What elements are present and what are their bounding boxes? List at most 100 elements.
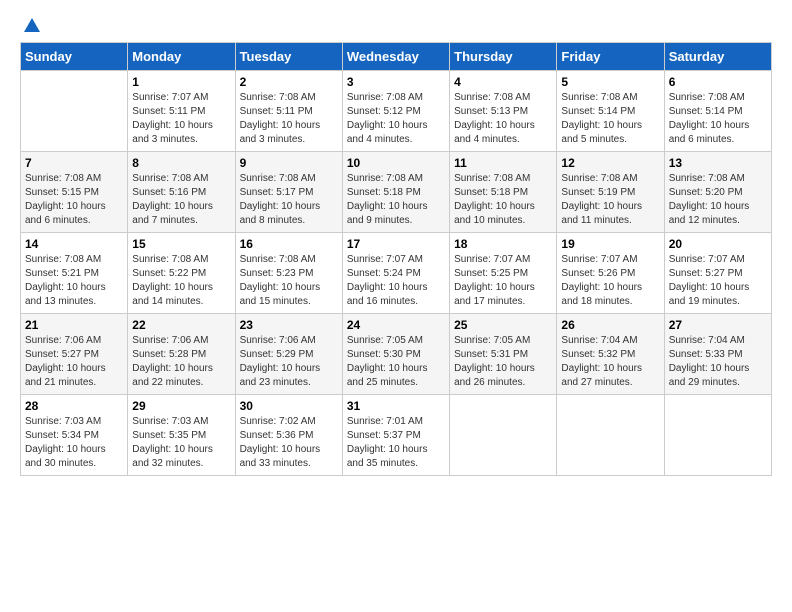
day-info: Sunrise: 7:06 AMSunset: 5:28 PMDaylight:… bbox=[132, 334, 230, 390]
day-header-saturday: Saturday bbox=[664, 43, 771, 71]
calendar-cell bbox=[557, 395, 664, 476]
day-info: Sunrise: 7:08 AMSunset: 5:19 PMDaylight:… bbox=[561, 172, 659, 228]
day-number: 13 bbox=[669, 156, 767, 170]
day-number: 23 bbox=[240, 318, 338, 332]
calendar-cell: 25 Sunrise: 7:05 AMSunset: 5:31 PMDayligh… bbox=[450, 314, 557, 395]
calendar-cell bbox=[664, 395, 771, 476]
day-info: Sunrise: 7:08 AMSunset: 5:20 PMDaylight:… bbox=[669, 172, 767, 228]
day-info: Sunrise: 7:08 AMSunset: 5:11 PMDaylight:… bbox=[240, 91, 338, 147]
day-number: 8 bbox=[132, 156, 230, 170]
day-info: Sunrise: 7:08 AMSunset: 5:13 PMDaylight:… bbox=[454, 91, 552, 147]
day-header-monday: Monday bbox=[128, 43, 235, 71]
calendar-cell: 4 Sunrise: 7:08 AMSunset: 5:13 PMDaylight… bbox=[450, 71, 557, 152]
day-number: 26 bbox=[561, 318, 659, 332]
day-number: 16 bbox=[240, 237, 338, 251]
calendar-cell: 22Sunrise: 7:06 AMSunset: 5:28 PMDayligh… bbox=[128, 314, 235, 395]
calendar-cell bbox=[450, 395, 557, 476]
calendar-cell: 26 Sunrise: 7:04 AMSunset: 5:32 PMDayligh… bbox=[557, 314, 664, 395]
week-row-2: 7Sunrise: 7:08 AMSunset: 5:15 PMDaylight… bbox=[21, 152, 772, 233]
day-number: 21 bbox=[25, 318, 123, 332]
day-number: 5 bbox=[561, 75, 659, 89]
calendar-cell: 5 Sunrise: 7:08 AMSunset: 5:14 PMDaylight… bbox=[557, 71, 664, 152]
calendar-cell: 10 Sunrise: 7:08 AMSunset: 5:18 PMDayligh… bbox=[342, 152, 449, 233]
day-info: Sunrise: 7:08 AMSunset: 5:17 PMDaylight:… bbox=[240, 172, 338, 228]
day-number: 20 bbox=[669, 237, 767, 251]
day-info: Sunrise: 7:08 AMSunset: 5:21 PMDaylight:… bbox=[25, 253, 123, 309]
calendar-cell: 14 Sunrise: 7:08 AMSunset: 5:21 PMDayligh… bbox=[21, 233, 128, 314]
day-info: Sunrise: 7:05 AMSunset: 5:30 PMDaylight:… bbox=[347, 334, 445, 390]
day-number: 25 bbox=[454, 318, 552, 332]
day-info: Sunrise: 7:07 AMSunset: 5:24 PMDaylight:… bbox=[347, 253, 445, 309]
calendar-cell: 15 Sunrise: 7:08 AMSunset: 5:22 PMDayligh… bbox=[128, 233, 235, 314]
day-number: 17 bbox=[347, 237, 445, 251]
day-info: Sunrise: 7:02 AMSunset: 5:36 PMDaylight:… bbox=[240, 415, 338, 471]
calendar-cell: 12 Sunrise: 7:08 AMSunset: 5:19 PMDayligh… bbox=[557, 152, 664, 233]
calendar-cell: 16 Sunrise: 7:08 AMSunset: 5:23 PMDayligh… bbox=[235, 233, 342, 314]
calendar-cell: 1 Sunrise: 7:07 AMSunset: 5:11 PMDaylight… bbox=[128, 71, 235, 152]
day-number: 28 bbox=[25, 399, 123, 413]
calendar-cell: 29 Sunrise: 7:03 AMSunset: 5:35 PMDayligh… bbox=[128, 395, 235, 476]
calendar-cell: 19 Sunrise: 7:07 AMSunset: 5:26 PMDayligh… bbox=[557, 233, 664, 314]
logo bbox=[20, 20, 42, 32]
day-info: Sunrise: 7:07 AMSunset: 5:26 PMDaylight:… bbox=[561, 253, 659, 309]
calendar-cell: 3Sunrise: 7:08 AMSunset: 5:12 PMDaylight… bbox=[342, 71, 449, 152]
day-info: Sunrise: 7:07 AMSunset: 5:25 PMDaylight:… bbox=[454, 253, 552, 309]
day-header-thursday: Thursday bbox=[450, 43, 557, 71]
calendar-cell: 23 Sunrise: 7:06 AMSunset: 5:29 PMDayligh… bbox=[235, 314, 342, 395]
day-number: 29 bbox=[132, 399, 230, 413]
calendar-cell: 8 Sunrise: 7:08 AMSunset: 5:16 PMDaylight… bbox=[128, 152, 235, 233]
day-info: Sunrise: 7:08 AMSunset: 5:14 PMDaylight:… bbox=[669, 91, 767, 147]
day-info: Sunrise: 7:08 AMSunset: 5:16 PMDaylight:… bbox=[132, 172, 230, 228]
day-info: Sunrise: 7:05 AMSunset: 5:31 PMDaylight:… bbox=[454, 334, 552, 390]
day-header-friday: Friday bbox=[557, 43, 664, 71]
day-info: Sunrise: 7:08 AMSunset: 5:23 PMDaylight:… bbox=[240, 253, 338, 309]
day-info: Sunrise: 7:07 AMSunset: 5:11 PMDaylight:… bbox=[132, 91, 230, 147]
day-number: 10 bbox=[347, 156, 445, 170]
calendar-cell: 18 Sunrise: 7:07 AMSunset: 5:25 PMDayligh… bbox=[450, 233, 557, 314]
day-number: 4 bbox=[454, 75, 552, 89]
day-info: Sunrise: 7:08 AMSunset: 5:18 PMDaylight:… bbox=[347, 172, 445, 228]
calendar-cell: 6 Sunrise: 7:08 AMSunset: 5:14 PMDaylight… bbox=[664, 71, 771, 152]
day-number: 9 bbox=[240, 156, 338, 170]
day-info: Sunrise: 7:08 AMSunset: 5:14 PMDaylight:… bbox=[561, 91, 659, 147]
calendar-cell: 7Sunrise: 7:08 AMSunset: 5:15 PMDaylight… bbox=[21, 152, 128, 233]
day-info: Sunrise: 7:08 AMSunset: 5:22 PMDaylight:… bbox=[132, 253, 230, 309]
page-header bbox=[20, 20, 772, 32]
calendar-cell: 31Sunrise: 7:01 AMSunset: 5:37 PMDayligh… bbox=[342, 395, 449, 476]
day-number: 24 bbox=[347, 318, 445, 332]
day-info: Sunrise: 7:08 AMSunset: 5:18 PMDaylight:… bbox=[454, 172, 552, 228]
day-number: 1 bbox=[132, 75, 230, 89]
day-number: 14 bbox=[25, 237, 123, 251]
day-number: 18 bbox=[454, 237, 552, 251]
calendar-cell: 13 Sunrise: 7:08 AMSunset: 5:20 PMDayligh… bbox=[664, 152, 771, 233]
day-info: Sunrise: 7:06 AMSunset: 5:29 PMDaylight:… bbox=[240, 334, 338, 390]
calendar-cell: 21 Sunrise: 7:06 AMSunset: 5:27 PMDayligh… bbox=[21, 314, 128, 395]
calendar-cell: 17 Sunrise: 7:07 AMSunset: 5:24 PMDayligh… bbox=[342, 233, 449, 314]
day-info: Sunrise: 7:08 AMSunset: 5:15 PMDaylight:… bbox=[25, 172, 123, 228]
day-info: Sunrise: 7:04 AMSunset: 5:32 PMDaylight:… bbox=[561, 334, 659, 390]
day-info: Sunrise: 7:08 AMSunset: 5:12 PMDaylight:… bbox=[347, 91, 445, 147]
day-info: Sunrise: 7:06 AMSunset: 5:27 PMDaylight:… bbox=[25, 334, 123, 390]
week-row-5: 28 Sunrise: 7:03 AMSunset: 5:34 PMDayligh… bbox=[21, 395, 772, 476]
header-row: SundayMondayTuesdayWednesdayThursdayFrid… bbox=[21, 43, 772, 71]
day-info: Sunrise: 7:03 AMSunset: 5:34 PMDaylight:… bbox=[25, 415, 123, 471]
day-info: Sunrise: 7:03 AMSunset: 5:35 PMDaylight:… bbox=[132, 415, 230, 471]
day-number: 30 bbox=[240, 399, 338, 413]
calendar-cell: 2 Sunrise: 7:08 AMSunset: 5:11 PMDaylight… bbox=[235, 71, 342, 152]
day-number: 15 bbox=[132, 237, 230, 251]
day-number: 6 bbox=[669, 75, 767, 89]
week-row-4: 21 Sunrise: 7:06 AMSunset: 5:27 PMDayligh… bbox=[21, 314, 772, 395]
day-header-tuesday: Tuesday bbox=[235, 43, 342, 71]
day-header-wednesday: Wednesday bbox=[342, 43, 449, 71]
day-number: 19 bbox=[561, 237, 659, 251]
day-info: Sunrise: 7:01 AMSunset: 5:37 PMDaylight:… bbox=[347, 415, 445, 471]
week-row-3: 14 Sunrise: 7:08 AMSunset: 5:21 PMDayligh… bbox=[21, 233, 772, 314]
day-number: 12 bbox=[561, 156, 659, 170]
day-number: 27 bbox=[669, 318, 767, 332]
calendar-cell: 27Sunrise: 7:04 AMSunset: 5:33 PMDayligh… bbox=[664, 314, 771, 395]
calendar-cell: 30 Sunrise: 7:02 AMSunset: 5:36 PMDayligh… bbox=[235, 395, 342, 476]
day-number: 2 bbox=[240, 75, 338, 89]
calendar-table: SundayMondayTuesdayWednesdayThursdayFrid… bbox=[20, 42, 772, 476]
calendar-cell: 20Sunrise: 7:07 AMSunset: 5:27 PMDayligh… bbox=[664, 233, 771, 314]
calendar-cell: 24 Sunrise: 7:05 AMSunset: 5:30 PMDayligh… bbox=[342, 314, 449, 395]
